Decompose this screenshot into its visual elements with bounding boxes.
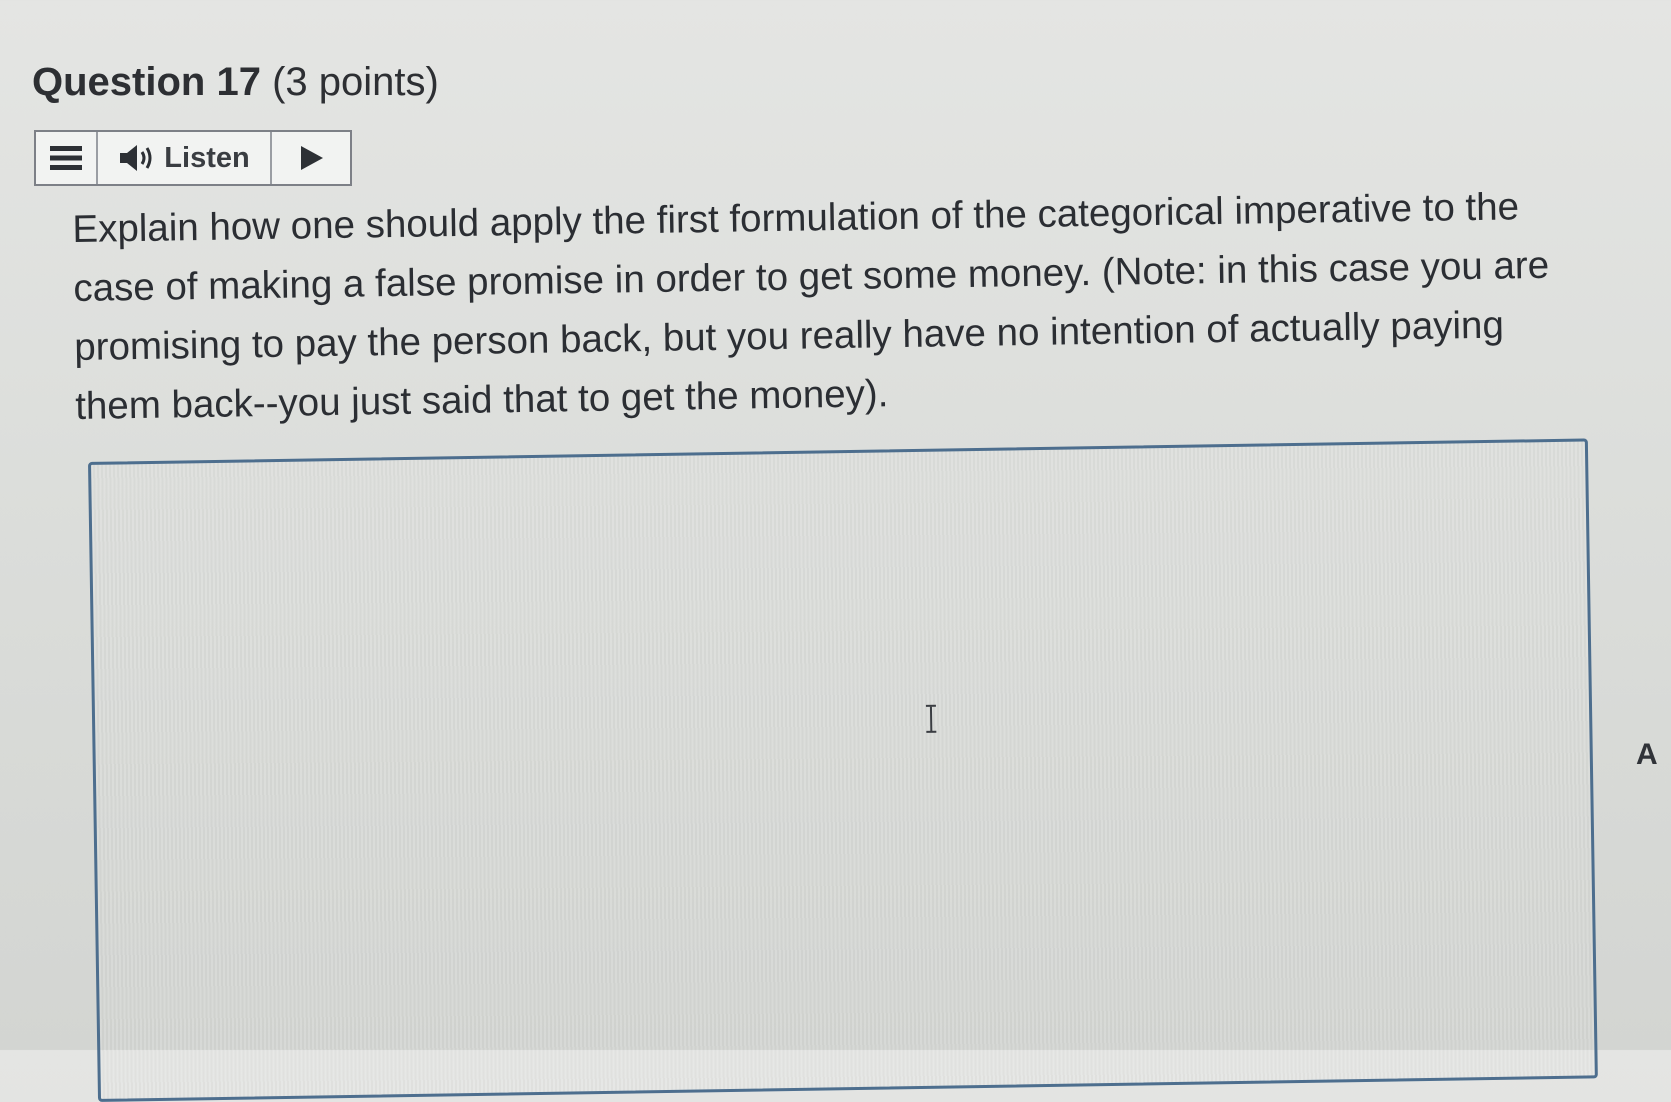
question-prompt: Explain how one should apply the first f… bbox=[72, 185, 1550, 428]
question-title: Question 17 bbox=[32, 60, 261, 104]
spellcheck-icon[interactable]: A bbox=[1636, 738, 1658, 772]
menu-icon bbox=[50, 146, 82, 170]
play-icon bbox=[301, 146, 323, 170]
menu-button[interactable] bbox=[36, 132, 98, 184]
answer-textarea[interactable] bbox=[88, 438, 1598, 1102]
listen-label: Listen bbox=[164, 141, 250, 174]
listen-button[interactable]: Listen bbox=[98, 132, 272, 184]
question-heading: Question 17 (3 points) bbox=[32, 60, 439, 105]
spellcheck-label: A bbox=[1636, 738, 1658, 771]
question-points: (3 points) bbox=[272, 60, 439, 104]
play-button[interactable] bbox=[272, 132, 350, 184]
text-cursor-icon bbox=[925, 704, 937, 733]
speaker-icon bbox=[120, 145, 152, 171]
listen-toolbar: Listen bbox=[34, 130, 352, 186]
